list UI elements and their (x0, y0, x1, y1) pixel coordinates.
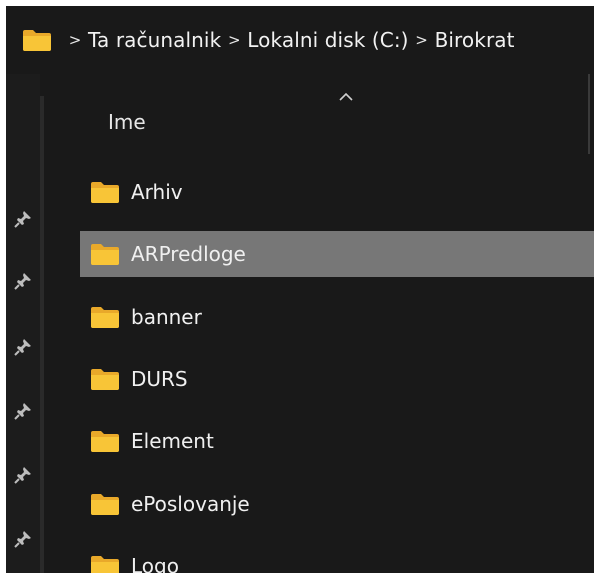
pin-icon[interactable] (14, 466, 32, 484)
list-item-label: Arhiv (131, 180, 183, 204)
pin-icon[interactable] (14, 530, 32, 548)
folder-icon (91, 556, 119, 573)
pin-icon[interactable] (14, 402, 32, 420)
folder-icon (91, 182, 119, 203)
folder-icon (91, 369, 119, 390)
file-explorer-window: > Ta računalnik > Lokalni disk (C:) > Bi… (6, 6, 594, 573)
list-item-label: Element (131, 429, 214, 453)
folder-icon (91, 494, 119, 515)
file-list: Ime Arhiv ARPredloge banner DURS Element ePos… (44, 74, 594, 573)
pin-icon[interactable] (14, 272, 32, 290)
list-item[interactable]: Logo (80, 543, 594, 573)
pin-icon[interactable] (14, 338, 32, 356)
list-item-label: ARPredloge (131, 242, 246, 266)
folder-icon (91, 244, 119, 265)
folder-icon (91, 307, 119, 328)
list-item[interactable]: ARPredloge (80, 231, 594, 277)
folder-icon[interactable] (22, 28, 52, 52)
breadcrumb-separator[interactable]: > (409, 31, 435, 49)
list-item-label: Logo (131, 554, 179, 573)
list-item[interactable]: Arhiv (80, 169, 594, 215)
breadcrumb-separator[interactable]: > (62, 31, 88, 49)
list-item[interactable]: banner (80, 294, 594, 340)
breadcrumb[interactable]: > Ta računalnik > Lokalni disk (C:) > Bi… (6, 6, 594, 74)
breadcrumb-item-local-disk[interactable]: Lokalni disk (C:) (247, 28, 408, 52)
breadcrumb-item-this-pc[interactable]: Ta računalnik (88, 28, 221, 52)
pin-icon[interactable] (14, 210, 32, 228)
breadcrumb-separator[interactable]: > (221, 31, 247, 49)
breadcrumb-item-birokrat[interactable]: Birokrat (435, 28, 515, 52)
list-item[interactable]: Element (80, 418, 594, 464)
list-item[interactable]: DURS (80, 356, 594, 402)
column-divider[interactable] (588, 74, 590, 154)
list-item-label: ePoslovanje (131, 492, 250, 516)
folder-icon (91, 431, 119, 452)
list-item[interactable]: ePoslovanje (80, 481, 594, 527)
navigation-pane (6, 74, 40, 573)
list-item-label: DURS (131, 367, 188, 391)
list-item-label: banner (131, 305, 202, 329)
column-header-name[interactable]: Ime (108, 110, 146, 134)
sort-ascending-icon (339, 92, 353, 101)
